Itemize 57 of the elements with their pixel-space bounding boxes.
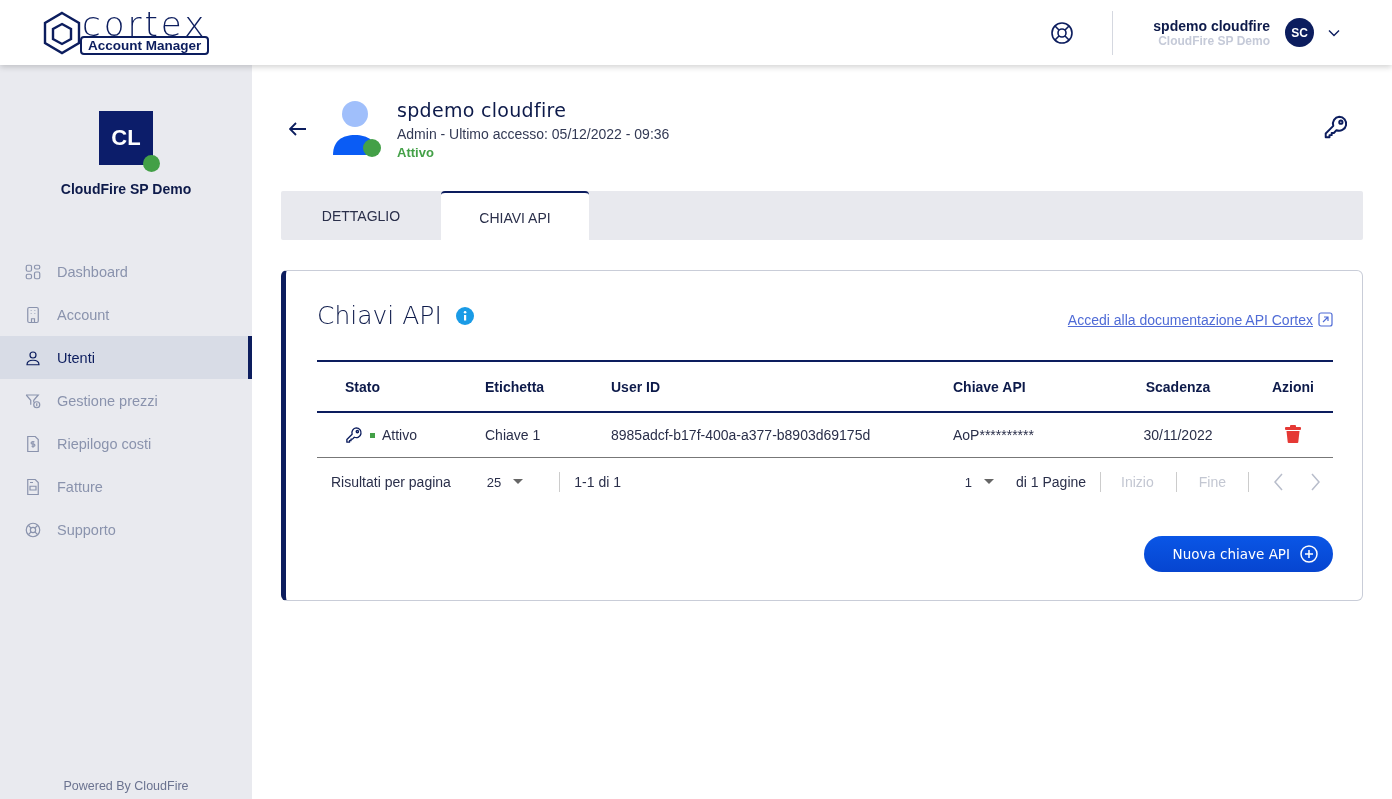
trash-icon[interactable] (1285, 424, 1301, 443)
sidebar-item[interactable]: Supporto (0, 508, 252, 551)
user-avatar[interactable]: SC (1285, 18, 1314, 47)
column-header: Etichetta (485, 361, 611, 412)
logo-subtitle: Account Manager (80, 35, 210, 55)
card-title: Chiavi API (317, 301, 442, 330)
plus-circle-icon (1300, 545, 1318, 563)
tab[interactable]: CHIAVI API (441, 191, 589, 240)
nav-icon (24, 348, 42, 367)
caret-icon (513, 479, 524, 485)
pages-text: di 1 Pagine (1016, 474, 1087, 490)
profile-status: Attivo (397, 144, 435, 160)
caret-icon (984, 479, 994, 485)
range-text: 1-1 di 1 (574, 474, 622, 490)
account-name: CloudFire SP Demo (60, 181, 192, 197)
sidebar-item[interactable]: Fatture (0, 465, 252, 508)
sidebar-item[interactable]: Gestione prezzi (0, 379, 252, 422)
documentation-link[interactable]: Accedi alla documentazione API Cortex (1067, 311, 1333, 328)
column-header: Chiave API (953, 361, 1103, 412)
logo-wordmark: cortex (82, 10, 208, 37)
table-cell: 30/11/2022 (1103, 412, 1253, 458)
nav-icon (24, 520, 42, 539)
nav-icon (24, 305, 42, 324)
column-header: Scadenza (1103, 361, 1253, 412)
sidebar-item[interactable]: Utenti (0, 336, 252, 379)
key-icon (345, 426, 363, 444)
key-icon[interactable] (1323, 114, 1349, 140)
footer-text: Powered By CloudFire (62, 779, 190, 795)
page-dropdown[interactable]: 1 (964, 474, 994, 490)
status-text: Attivo (382, 427, 417, 443)
per-page-dropdown[interactable]: 25 (486, 474, 524, 490)
profile-details: Admin - Ultimo accesso: 05/12/2022 - 09:36 (397, 125, 671, 142)
profile-name: spdemo cloudfire (397, 98, 568, 121)
tab[interactable]: DETTAGLIO (281, 191, 441, 240)
column-header: Stato (317, 361, 485, 412)
sidebar-item[interactable]: Account (0, 293, 252, 336)
column-header: User ID (611, 361, 953, 412)
table-cell: Chiave 1 (485, 412, 611, 458)
user-name: spdemo cloudfire (1153, 17, 1270, 34)
nav-icon (24, 391, 42, 410)
user-avatar-drawing (331, 101, 379, 157)
back-arrow-icon[interactable] (289, 122, 307, 136)
chevron-down-icon[interactable] (1328, 28, 1340, 37)
nav-icon (24, 477, 42, 496)
sidebar-item[interactable]: Riepilogo costi (0, 422, 252, 465)
support-icon[interactable] (1050, 20, 1075, 45)
per-page-label: Risultati per pagina (331, 474, 451, 490)
info-icon[interactable] (455, 306, 474, 325)
nav-icon (24, 262, 42, 281)
nav-icon (24, 434, 42, 453)
column-header: Azioni (1253, 361, 1333, 412)
table-cell: 8985adcf-b17f-400a-a377-b8903d69175d (611, 412, 953, 458)
table-cell: AoP********** (953, 412, 1103, 458)
sidebar-item[interactable]: Dashboard (0, 250, 252, 293)
new-api-key-button[interactable]: Nuova chiave API (1143, 536, 1333, 572)
company-name: CloudFire SP Demo (1158, 33, 1270, 48)
external-link-icon (1318, 312, 1333, 327)
